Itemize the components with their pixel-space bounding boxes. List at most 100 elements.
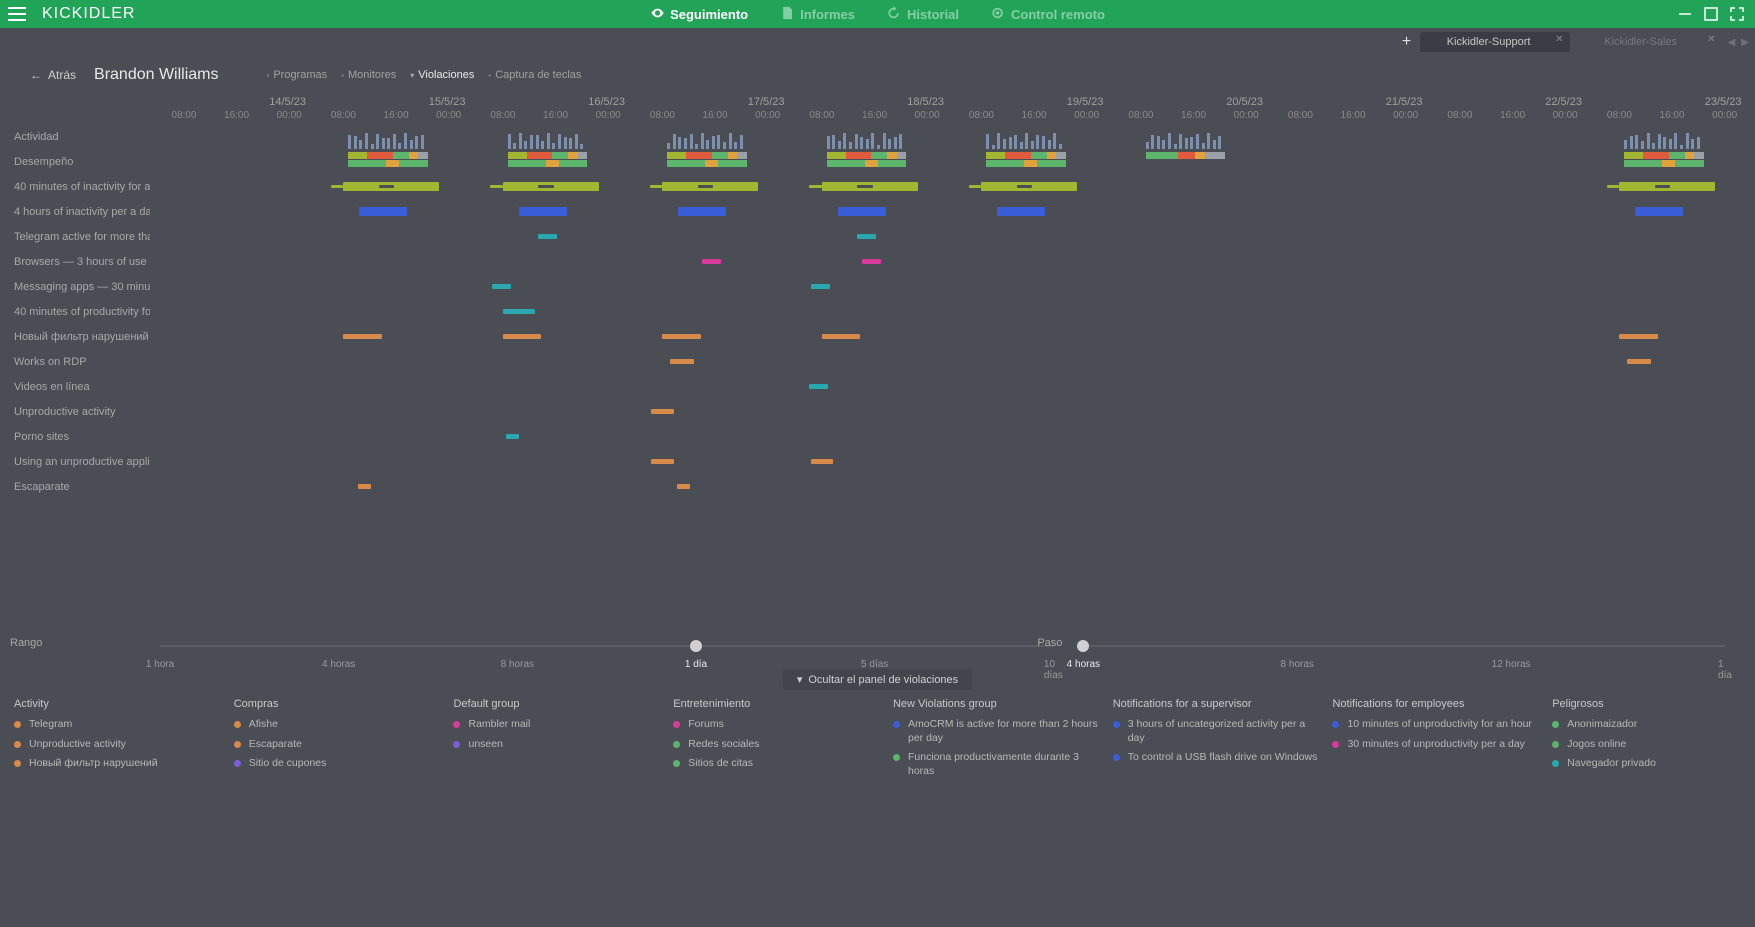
slider-tick-label[interactable]: 1 día [1718, 659, 1732, 681]
nav-historial[interactable]: Historial [871, 0, 975, 28]
violation-bar[interactable] [857, 234, 876, 239]
legend-panel: ActivityTelegramUnproductive activityНов… [0, 690, 1755, 785]
perf-segment [986, 152, 1005, 159]
rango-slider[interactable] [160, 635, 1053, 657]
prev-tab-icon[interactable]: ◀ [1728, 37, 1736, 48]
paso-slider[interactable] [1083, 635, 1725, 657]
violation-bar[interactable] [519, 207, 567, 216]
add-tab-button[interactable]: + [1398, 33, 1416, 51]
filter-programas[interactable]: ▪Programas [267, 69, 328, 81]
tab-inactive[interactable]: Kickidler-Sales ✕ [1572, 32, 1722, 52]
slider-tick-label[interactable]: 8 horas [1281, 659, 1314, 670]
legend-item[interactable]: Sitio de cupones [234, 757, 444, 771]
legend-item[interactable]: Telegram [14, 718, 224, 732]
tab-active[interactable]: Kickidler-Support ✕ [1420, 32, 1570, 52]
slider-tick-label[interactable]: 10 días [1044, 659, 1063, 681]
back-button[interactable]: ← Atrás [30, 68, 76, 82]
violation-bar[interactable] [862, 259, 881, 264]
legend-item[interactable]: Forums [673, 718, 883, 732]
violation-bar[interactable] [492, 284, 511, 289]
spark-bar [575, 134, 578, 149]
next-tab-icon[interactable]: ▶ [1741, 37, 1749, 48]
spark-bar [1658, 134, 1661, 149]
legend-dot-icon [453, 741, 460, 748]
legend-item[interactable]: Новый фильтр нарушений [14, 757, 224, 771]
spark-bar [359, 140, 362, 149]
violation-bar[interactable] [343, 334, 381, 339]
hour-label: 16:00 [1500, 110, 1525, 121]
filter-violaciones[interactable]: ▾Violaciones [410, 69, 474, 81]
row-label: 40 minutes of productivity for ... [0, 299, 150, 324]
perf-segment [705, 160, 718, 167]
filter-icon: ▪ [267, 71, 270, 80]
legend-item[interactable]: Afishe [234, 718, 444, 732]
violation-bar[interactable] [358, 484, 371, 489]
legend-item[interactable]: unseen [453, 738, 663, 752]
slider-tick-label[interactable]: 4 horas [1067, 659, 1100, 670]
nav-seguimiento[interactable]: Seguimiento [634, 0, 764, 28]
legend-item[interactable]: Escaparate [234, 738, 444, 752]
violation-bar[interactable] [1635, 207, 1683, 216]
violation-bar[interactable] [702, 259, 721, 264]
slider-tick-label[interactable]: 1 día [685, 659, 707, 670]
close-icon[interactable]: ✕ [1555, 34, 1563, 45]
minimize-icon[interactable] [1677, 6, 1693, 22]
slider-tick-label[interactable]: 5 días [861, 659, 888, 670]
violation-bar[interactable] [503, 334, 541, 339]
legend-item[interactable]: Navegador privado [1552, 757, 1741, 771]
violation-bar[interactable] [811, 459, 833, 464]
window-icon[interactable] [1703, 6, 1719, 22]
spark-bar [1196, 134, 1199, 149]
nav-control[interactable]: Control remoto [975, 0, 1121, 28]
perf-segment [527, 152, 553, 159]
legend-item[interactable]: 3 hours of uncategorized activity per a … [1113, 718, 1323, 745]
violation-bar[interactable] [651, 459, 673, 464]
legend-item[interactable]: 30 minutes of unproductivity per a day [1332, 738, 1542, 752]
paso-handle[interactable] [1077, 640, 1089, 652]
legend-item[interactable]: 10 minutes of unproductivity for an hour [1332, 718, 1542, 732]
violation-bar[interactable] [809, 384, 828, 389]
rango-handle[interactable] [690, 640, 702, 652]
legend-item[interactable]: Sitios de citas [673, 757, 883, 771]
legend-item[interactable]: To control a USB flash drive on Windows [1113, 751, 1323, 765]
violation-bar[interactable] [670, 359, 694, 364]
filter-captura[interactable]: ▪Captura de teclas [488, 69, 581, 81]
violation-bar[interactable] [538, 234, 557, 239]
filter-monitores[interactable]: ▪Monitores [341, 69, 396, 81]
slider-tick-label[interactable]: 4 horas [322, 659, 355, 670]
spark-bar [866, 139, 869, 149]
legend-item[interactable]: AmoCRM is active for more than 2 hours p… [893, 718, 1103, 745]
violation-bar[interactable] [503, 309, 535, 314]
legend-item[interactable]: Unproductive activity [14, 738, 224, 752]
legend-item[interactable]: Funciona productivamente durante 3 horas [893, 751, 1103, 778]
close-icon[interactable]: ✕ [1707, 34, 1715, 45]
violation-bar[interactable] [678, 207, 726, 216]
violation-bar[interactable] [997, 207, 1045, 216]
hide-panel-button[interactable]: ▾ Ocultar el panel de violaciones [783, 669, 972, 690]
legend-item[interactable]: Jogos online [1552, 738, 1741, 752]
fullscreen-icon[interactable] [1729, 6, 1745, 22]
violation-bar[interactable] [838, 207, 886, 216]
nav-informes[interactable]: Informes [764, 0, 871, 28]
violation-bar[interactable] [662, 334, 700, 339]
violation-bar[interactable] [506, 434, 519, 439]
track-row [160, 149, 1755, 174]
violation-bar[interactable] [651, 409, 673, 414]
legend-item[interactable]: Redes sociales [673, 738, 883, 752]
violation-bar[interactable] [822, 334, 860, 339]
slider-tick-label[interactable]: 12 horas [1492, 659, 1531, 670]
slider-tick-label[interactable]: 8 horas [501, 659, 534, 670]
violation-bar[interactable] [359, 207, 407, 216]
menu-button[interactable] [0, 0, 34, 28]
timeline-grid[interactable]: 14/5/2308:0016:0000:0015/5/2308:0016:000… [160, 94, 1755, 499]
timeline-header: 14/5/2308:0016:0000:0015/5/2308:0016:000… [160, 94, 1755, 124]
violation-bar[interactable] [811, 284, 830, 289]
legend-item[interactable]: Rambler mail [453, 718, 663, 732]
sliders-area: Rango 1 hora4 horas8 horas1 día5 días10 … [0, 635, 1755, 659]
slider-tick-label[interactable]: 1 hora [146, 659, 174, 670]
legend-item[interactable]: Anonimaizador [1552, 718, 1741, 732]
violation-bar[interactable] [677, 484, 690, 489]
violation-bar[interactable] [1619, 334, 1657, 339]
track-row [160, 274, 1755, 299]
violation-bar[interactable] [1627, 359, 1651, 364]
